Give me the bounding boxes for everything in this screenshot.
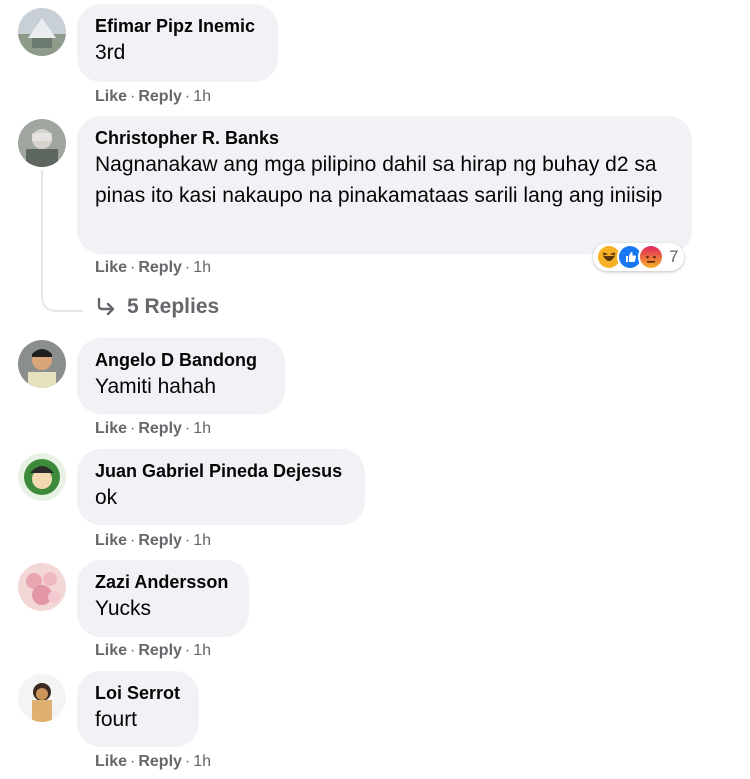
comment-timestamp[interactable]: 1h	[193, 259, 211, 276]
avatar[interactable]	[18, 340, 66, 388]
comment-author[interactable]: Angelo D Bandong	[95, 349, 267, 371]
avatar-image	[18, 340, 66, 388]
avatar[interactable]	[18, 674, 66, 722]
comment-author[interactable]: Zazi Andersson	[95, 571, 231, 593]
comment-timestamp[interactable]: 1h	[193, 753, 211, 770]
comment-author[interactable]: Loi Serrot	[95, 682, 181, 704]
comment-bubble: Juan Gabriel Pineda Dejesus ok	[77, 449, 365, 525]
comment-author[interactable]: Juan Gabriel Pineda Dejesus	[95, 460, 347, 482]
view-replies-label: 5 Replies	[127, 295, 220, 318]
avatar[interactable]	[18, 563, 66, 611]
reply-button[interactable]: Reply	[138, 420, 182, 437]
comment-text: 3rd	[95, 41, 126, 64]
comment-text: ok	[95, 486, 118, 509]
view-replies-link[interactable]: 5 Replies	[95, 295, 219, 319]
comment-timestamp[interactable]: 1h	[193, 532, 211, 549]
avatar-image	[18, 563, 66, 611]
avatar-image	[18, 8, 66, 56]
like-button[interactable]: Like	[95, 259, 127, 276]
comment-text: Nagnanakaw ang mga pilipino dahil sa hir…	[95, 153, 663, 207]
avatar-image	[18, 453, 66, 501]
like-button[interactable]: Like	[95, 753, 127, 770]
reply-button[interactable]: Reply	[138, 259, 182, 276]
comment-bubble: Efimar Pipz Inemic 3rd	[77, 4, 278, 82]
comment-author[interactable]: Christopher R. Banks	[95, 127, 674, 149]
reaction-summary[interactable]: 7	[593, 243, 685, 271]
like-button[interactable]: Like	[95, 642, 127, 659]
like-button[interactable]: Like	[95, 420, 127, 437]
comment-actions: Like · Reply · 1h	[95, 88, 212, 105]
comment-bubble: Zazi Andersson Yucks	[77, 560, 249, 637]
comment-timestamp[interactable]: 1h	[193, 420, 211, 437]
comment-text: fourt	[95, 708, 138, 731]
comment-actions: Like · Reply · 1h	[95, 420, 212, 437]
comment-bubble: Loi Serrot fourt	[77, 671, 199, 747]
reply-button[interactable]: Reply	[138, 753, 182, 770]
angry-icon	[638, 244, 664, 270]
comment-timestamp[interactable]: 1h	[193, 642, 211, 659]
avatar[interactable]	[18, 8, 66, 56]
comment-actions: Like · Reply · 1h	[95, 753, 212, 770]
reaction-count: 7	[669, 247, 679, 266]
reply-arrow-icon	[97, 297, 115, 316]
comment-text: Yucks	[95, 597, 152, 620]
comment-actions: Like · Reply · 1h	[95, 532, 212, 549]
avatar-image	[18, 674, 66, 722]
avatar[interactable]	[18, 119, 66, 167]
comment-author[interactable]: Efimar Pipz Inemic	[95, 15, 260, 37]
avatar[interactable]	[18, 453, 66, 501]
comment-bubble: Christopher R. Banks Nagnanakaw ang mga …	[77, 116, 692, 254]
comment-bubble: Angelo D Bandong Yamiti hahah	[77, 338, 285, 414]
comment-actions: Like · Reply · 1h	[95, 259, 212, 276]
comment-text: Yamiti hahah	[95, 375, 217, 398]
avatar-image	[18, 119, 66, 167]
comment-actions: Like · Reply · 1h	[95, 642, 212, 659]
reply-button[interactable]: Reply	[138, 642, 182, 659]
like-button[interactable]: Like	[95, 88, 127, 105]
reply-button[interactable]: Reply	[138, 88, 182, 105]
comment-timestamp[interactable]: 1h	[193, 88, 211, 105]
like-button[interactable]: Like	[95, 532, 127, 549]
reply-button[interactable]: Reply	[138, 532, 182, 549]
